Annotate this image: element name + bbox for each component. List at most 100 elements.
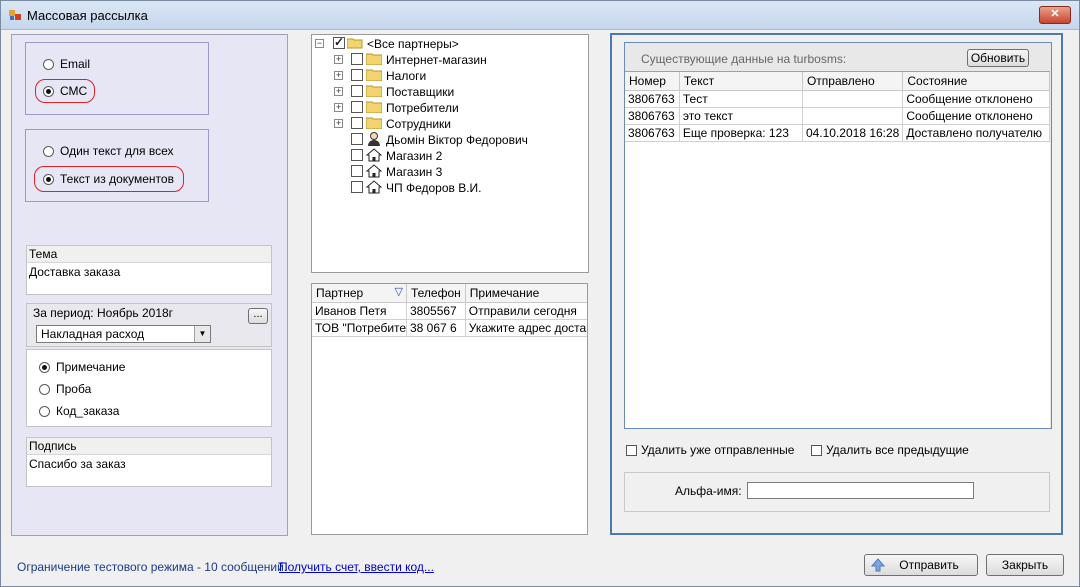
window-title: Массовая рассылка xyxy=(27,8,148,23)
tree-item-label: Потребители xyxy=(386,101,459,115)
partners-tree[interactable]: − <Все партнеры> + Интернет-магазин + На… xyxy=(311,34,589,273)
sms-highlight xyxy=(35,79,95,103)
app-icon xyxy=(9,10,21,20)
email-label: Email xyxy=(60,57,91,71)
email-radio[interactable] xyxy=(43,59,54,71)
sort-icon: ▽ xyxy=(394,286,403,298)
tree-item-label: Магазин 2 xyxy=(386,149,443,163)
column-header[interactable]: Партнер ▽ xyxy=(312,284,407,303)
table-row[interactable]: 3806763 Еще проверка: 123 04.10.2018 16:… xyxy=(625,124,1050,142)
partners-grid[interactable]: Партнер ▽ Телефон Примечание Иванов Петя… xyxy=(311,283,588,535)
close-button[interactable]: Закрыть xyxy=(986,554,1064,576)
send-label: Отправить xyxy=(899,558,959,572)
main-window: Массовая рассылка ✕ Email СМС Один текст… xyxy=(0,0,1080,587)
tree-item-checkbox[interactable] xyxy=(351,133,363,145)
subject-label: Тема xyxy=(27,246,271,263)
column-header[interactable]: Номер xyxy=(625,72,680,91)
period-label: За период: xyxy=(33,306,94,320)
channel-group: Email СМС xyxy=(25,42,209,115)
tree-item-label: Сотрудники xyxy=(386,117,451,131)
partners-header-row: Партнер ▽ Телефон Примечание xyxy=(312,284,587,303)
field-option-1[interactable]: Проба xyxy=(39,382,91,396)
delete-prev-checkbox[interactable] xyxy=(811,445,822,457)
column-header[interactable]: Телефон xyxy=(406,284,466,303)
text-mode-group: Один текст для всех Текст из документов xyxy=(25,129,209,202)
tree-item-checkbox[interactable] xyxy=(351,165,363,177)
from-docs-highlight xyxy=(34,166,184,192)
delete-prev-option[interactable]: Удалить все предыдущие xyxy=(811,443,969,457)
delete-sent-checkbox[interactable] xyxy=(626,445,637,457)
channel-email-option[interactable]: Email xyxy=(43,57,90,71)
field-radio-2[interactable] xyxy=(39,406,50,418)
expand-icon[interactable]: + xyxy=(334,55,343,64)
tree-item-label: Налоги xyxy=(386,69,427,83)
folder-icon xyxy=(366,101,382,113)
collapse-icon[interactable]: − xyxy=(315,39,324,48)
alpha-input[interactable] xyxy=(747,482,974,499)
table-cell: 04.10.2018 16:28 xyxy=(802,124,904,142)
doc-type-select[interactable]: Накладная расход ▼ xyxy=(36,325,211,343)
send-button[interactable]: Отправить xyxy=(864,554,978,576)
one-text-radio[interactable] xyxy=(43,146,54,158)
table-cell: Доставлено получателю xyxy=(902,124,1050,142)
field-option-2[interactable]: Код_заказа xyxy=(39,404,119,418)
tree-item-label: Поставщики xyxy=(386,85,455,99)
delete-sent-label: Удалить уже отправленные xyxy=(641,443,795,457)
person-icon xyxy=(368,132,380,146)
tree-item-checkbox[interactable] xyxy=(351,53,363,65)
expand-icon[interactable]: + xyxy=(334,71,343,80)
table-row[interactable]: ТОВ "Потребите 38 067 6 Укажите адрес до… xyxy=(312,319,587,337)
field-label-1: Проба xyxy=(56,382,92,396)
chevron-down-icon[interactable]: ▼ xyxy=(194,326,210,342)
delete-prev-label: Удалить все предыдущие xyxy=(826,443,969,457)
title-bar: Массовая рассылка ✕ xyxy=(1,1,1079,30)
field-radio-0[interactable] xyxy=(39,362,50,374)
expand-icon[interactable]: + xyxy=(334,87,343,96)
turbosms-group: Существующие данные на turbosms: Обновит… xyxy=(624,42,1052,429)
get-key-link[interactable]: Получить счет, ввести код... xyxy=(279,560,434,574)
table-row[interactable]: 3806763 это текст Сообщение отклонено xyxy=(625,107,1050,125)
tree-item-checkbox[interactable] xyxy=(351,101,363,113)
table-cell: 38 067 6 xyxy=(406,319,466,337)
table-cell: Иванов Петя xyxy=(312,302,407,320)
tree-item-checkbox[interactable] xyxy=(351,117,363,129)
one-text-option[interactable]: Один текст для всех xyxy=(43,144,173,158)
table-row[interactable]: Иванов Петя 3805567 Отправили сегодня xyxy=(312,302,587,320)
table-cell: Сообщение отклонено xyxy=(902,90,1050,108)
tree-item-checkbox[interactable] xyxy=(351,181,363,193)
table-cell: Сообщение отклонено xyxy=(902,107,1050,125)
table-row[interactable]: 3806763 Тест Сообщение отклонено xyxy=(625,90,1050,108)
subject-input[interactable]: Доставка заказа xyxy=(29,265,120,279)
turbosms-grid[interactable]: Номер Текст Отправлено Состояние 3806763… xyxy=(625,71,1050,428)
tree-item-checkbox[interactable] xyxy=(351,149,363,161)
subject-group: Тема Доставка заказа xyxy=(26,245,272,295)
limit-text: Ограничение тестового режима - 10 сообще… xyxy=(17,560,288,574)
table-cell: Еще проверка: 123 xyxy=(679,124,803,142)
expand-icon[interactable]: + xyxy=(334,103,343,112)
tree-item-label: Дьомін Віктор Федорович xyxy=(386,133,528,147)
table-cell: ТОВ "Потребите xyxy=(312,319,407,337)
tree-root-checkbox[interactable] xyxy=(333,35,345,49)
expand-icon[interactable]: + xyxy=(334,119,343,128)
field-option-0[interactable]: Примечание xyxy=(39,360,125,374)
column-header[interactable]: Примечание xyxy=(465,284,587,303)
table-cell: Отправили сегодня xyxy=(465,302,587,320)
column-header[interactable]: Состояние xyxy=(902,72,1050,91)
refresh-button[interactable]: Обновить xyxy=(967,49,1029,67)
tree-item-checkbox[interactable] xyxy=(351,69,363,81)
period-browse-button[interactable]: ... xyxy=(248,308,268,324)
period-value: Ноябрь 2018г xyxy=(97,306,174,320)
delete-sent-option[interactable]: Удалить уже отправленные xyxy=(626,443,794,457)
one-text-label: Один текст для всех xyxy=(60,144,174,158)
column-header[interactable]: Отправлено xyxy=(802,72,904,91)
table-cell: 3806763 xyxy=(625,124,680,142)
alpha-group: Альфа-имя: xyxy=(624,472,1050,512)
period-group: За период: Ноябрь 2018г ... Накладная ра… xyxy=(26,303,272,347)
signature-input[interactable]: Спасибо за заказ xyxy=(29,457,126,471)
house-icon xyxy=(366,180,382,194)
column-header[interactable]: Текст xyxy=(679,72,803,91)
table-cell: 3806763 xyxy=(625,90,680,108)
tree-item-checkbox[interactable] xyxy=(351,85,363,97)
window-close-button[interactable]: ✕ xyxy=(1039,6,1071,24)
field-radio-1[interactable] xyxy=(39,384,50,396)
